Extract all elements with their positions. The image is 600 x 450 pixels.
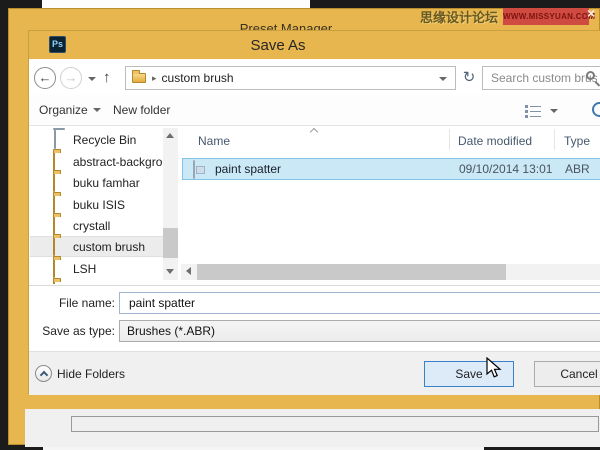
folder-icon bbox=[53, 196, 55, 214]
sidebar-item-label: buku famhar bbox=[73, 176, 140, 190]
folder-icon bbox=[53, 174, 55, 192]
sidebar-item-recycle-bin[interactable]: Recycle Bin bbox=[30, 129, 163, 150]
organize-button[interactable]: Organize bbox=[39, 103, 101, 117]
search-box[interactable] bbox=[482, 66, 600, 90]
dialog-titlebar: Ps Save As bbox=[29, 31, 600, 59]
background-window-top-edge bbox=[42, 0, 310, 8]
recycle-bin-icon bbox=[53, 131, 56, 149]
column-separator[interactable] bbox=[554, 129, 555, 150]
file-list-horizontal-scrollbar[interactable] bbox=[181, 264, 600, 280]
dialog-title: Save As bbox=[250, 37, 305, 54]
scrollbar-thumb[interactable] bbox=[197, 264, 506, 280]
navigation-bar: ← → ↑ ▸ custom brush ↻ bbox=[29, 59, 600, 95]
column-separator[interactable] bbox=[449, 129, 450, 150]
search-icon bbox=[586, 71, 595, 80]
sidebar-item-custom-brush[interactable]: custom brush bbox=[30, 236, 163, 257]
sidebar-item-abstract-background[interactable]: abstract-backgro bbox=[30, 151, 163, 172]
recent-locations-icon[interactable] bbox=[88, 77, 96, 81]
scrollbar-thumb[interactable] bbox=[163, 228, 178, 258]
search-input[interactable] bbox=[489, 68, 599, 88]
dialog-footer: Hide Folders Save Cancel bbox=[29, 351, 600, 395]
file-row[interactable]: paint spatter 09/10/2014 13:01 ABR bbox=[182, 158, 600, 180]
sidebar-item-crystall[interactable]: crystall bbox=[30, 215, 163, 236]
folder-icon bbox=[132, 73, 146, 83]
column-header-type[interactable]: Type bbox=[564, 134, 590, 148]
back-icon[interactable]: ← bbox=[34, 67, 56, 89]
sidebar-item-lsh[interactable]: LSH bbox=[30, 258, 163, 279]
photoshop-app-icon: Ps bbox=[49, 36, 66, 53]
file-type-cell: ABR bbox=[565, 162, 590, 176]
file-name-label: File name: bbox=[29, 296, 115, 310]
sidebar-item-partial bbox=[30, 280, 163, 284]
sidebar-item-buku-famhar[interactable]: buku famhar bbox=[30, 172, 163, 193]
folder-icon bbox=[53, 282, 55, 285]
sidebar-item-label: custom brush bbox=[73, 240, 145, 254]
new-folder-label: New folder bbox=[113, 103, 170, 117]
file-name-cell: paint spatter bbox=[215, 162, 281, 176]
new-folder-button[interactable]: New folder bbox=[113, 103, 170, 117]
save-as-type-dropdown[interactable]: Brushes (*.ABR) bbox=[119, 320, 600, 342]
file-name-field-wrap bbox=[119, 292, 600, 314]
save-as-type-label: Save as type: bbox=[29, 324, 115, 338]
sidebar-item-label: abstract-backgro bbox=[73, 155, 162, 169]
file-name-input[interactable] bbox=[127, 294, 593, 312]
folder-icon bbox=[53, 238, 55, 256]
organize-label: Organize bbox=[39, 103, 88, 117]
column-header-date-modified[interactable]: Date modified bbox=[458, 134, 532, 148]
hide-folders-icon[interactable] bbox=[35, 365, 52, 382]
refresh-icon[interactable]: ↻ bbox=[458, 66, 480, 90]
save-as-dialog: Ps Save As ← → ↑ ▸ custom brush ↻ Orga bbox=[28, 30, 600, 394]
file-date-cell: 09/10/2014 13:01 bbox=[459, 162, 552, 176]
scroll-up-icon[interactable] bbox=[166, 133, 174, 138]
sidebar-item-label: buku ISIS bbox=[73, 198, 125, 212]
sidebar-item-buku-isis[interactable]: buku ISIS bbox=[30, 194, 163, 215]
breadcrumb[interactable]: custom brush bbox=[162, 71, 234, 85]
address-dropdown-icon[interactable] bbox=[439, 77, 447, 81]
forward-icon[interactable]: → bbox=[60, 67, 82, 89]
address-bar[interactable]: ▸ custom brush bbox=[125, 66, 456, 90]
command-toolbar: Organize New folder bbox=[29, 95, 600, 126]
watermark-text: 思缘设计论坛 bbox=[420, 7, 498, 26]
mouse-cursor bbox=[486, 357, 506, 384]
file-list: Name Date modified Type paint spatter 09… bbox=[181, 126, 600, 286]
sidebar-item-label: LSH bbox=[73, 262, 96, 276]
folder-icon bbox=[53, 260, 55, 278]
scroll-down-icon[interactable] bbox=[166, 269, 174, 274]
up-one-level-icon[interactable]: ↑ bbox=[103, 69, 111, 86]
chevron-down-icon bbox=[93, 108, 101, 112]
view-mode-dropdown-icon[interactable] bbox=[550, 109, 558, 113]
file-browser-area: Recycle Bin abstract-backgro buku famhar… bbox=[29, 126, 600, 286]
file-icon bbox=[193, 161, 195, 179]
help-icon[interactable] bbox=[592, 102, 600, 117]
screen: Preset Manager 思缘设计论坛 WWW.MISSYUAN.COM ×… bbox=[0, 0, 600, 450]
sidebar-item-label: crystall bbox=[73, 219, 110, 233]
watermark-badge: WWW.MISSYUAN.COM bbox=[503, 8, 589, 25]
column-header-name[interactable]: Name bbox=[198, 134, 230, 148]
folder-tree: Recycle Bin abstract-backgro buku famhar… bbox=[30, 126, 163, 284]
breadcrumb-caret-icon: ▸ bbox=[152, 73, 157, 84]
sidebar-scrollbar[interactable] bbox=[163, 128, 178, 280]
folder-icon bbox=[53, 217, 55, 235]
sidebar-item-label: Recycle Bin bbox=[73, 133, 136, 147]
view-mode-icon[interactable] bbox=[524, 104, 542, 123]
cancel-button[interactable]: Cancel bbox=[534, 361, 600, 387]
preset-manager-groupbox bbox=[71, 416, 599, 432]
close-icon[interactable]: × bbox=[587, 6, 595, 20]
sort-ascending-icon bbox=[310, 128, 318, 136]
scroll-left-icon[interactable] bbox=[186, 267, 191, 275]
folder-icon bbox=[53, 153, 55, 171]
hide-folders-button[interactable]: Hide Folders bbox=[57, 367, 125, 381]
